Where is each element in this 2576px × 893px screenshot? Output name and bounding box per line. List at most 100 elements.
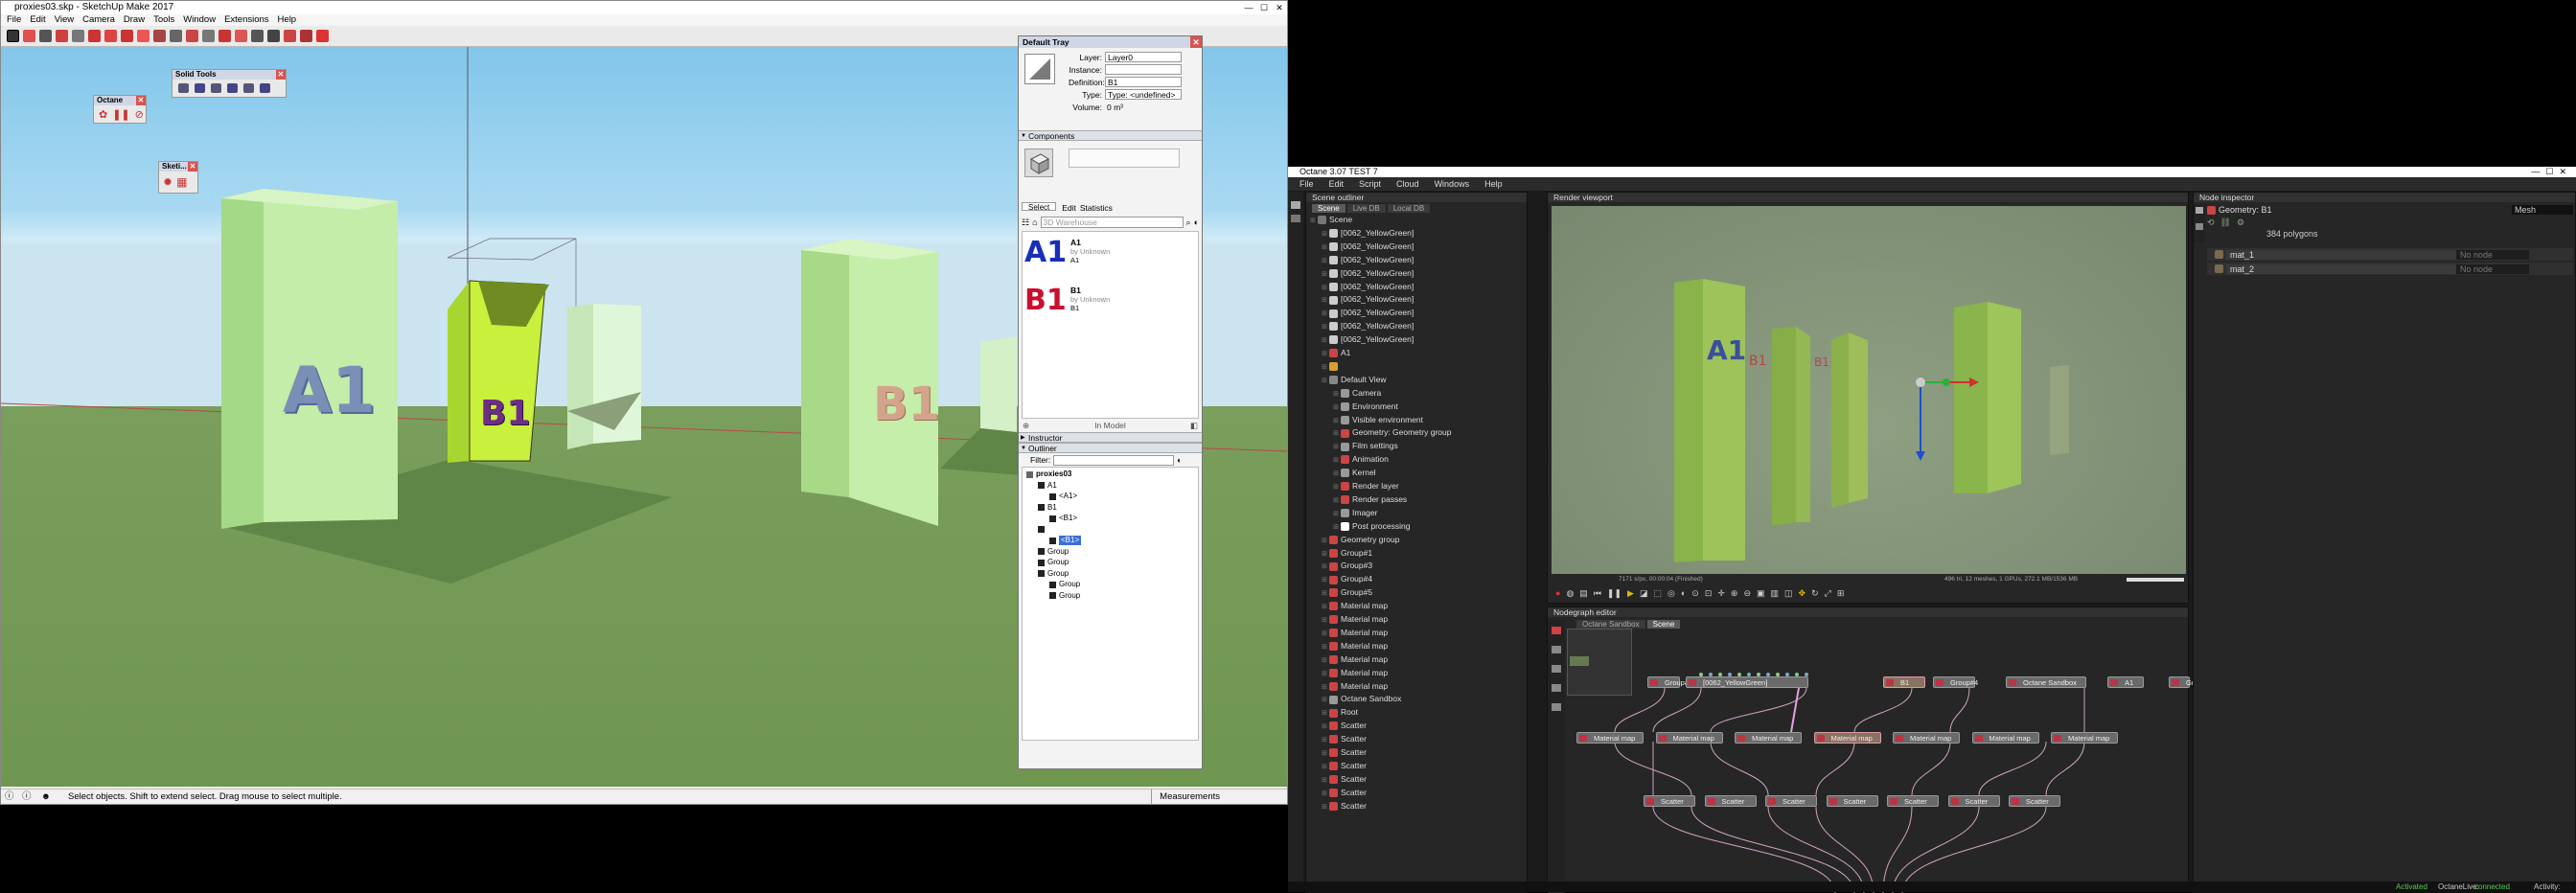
locate-icon[interactable]: ⊕ bbox=[1023, 419, 1029, 432]
home-icon[interactable]: ⌂ bbox=[1032, 218, 1037, 227]
node-port[interactable] bbox=[1776, 673, 1780, 676]
scene-tree-item[interactable]: ⊞ Group#4 bbox=[1322, 572, 1372, 585]
layer-select[interactable]: Layer0 bbox=[1105, 52, 1182, 62]
scene-tree-item[interactable]: ⊞ Render passes bbox=[1333, 492, 1407, 506]
gizmo-scale-icon[interactable]: ⤢ bbox=[1825, 588, 1831, 599]
scene-tree-item[interactable]: ⊞ Scatter bbox=[1322, 799, 1367, 813]
zoom-extents-icon[interactable] bbox=[267, 30, 280, 42]
focus-icon[interactable]: ◎ bbox=[1668, 588, 1675, 599]
arc-tool-icon[interactable] bbox=[56, 30, 68, 42]
type-select[interactable]: Type: <undefined> bbox=[1105, 89, 1182, 100]
node-scatter[interactable]: Scatter bbox=[1826, 795, 1878, 807]
link-icon[interactable]: ⛓ bbox=[2220, 218, 2231, 228]
node-material-map[interactable]: Material map bbox=[1971, 732, 2039, 744]
close-button[interactable]: ✕ bbox=[1272, 1, 1287, 14]
world-coords-icon[interactable]: ⊞ bbox=[1837, 588, 1845, 599]
menu-file[interactable]: File bbox=[7, 14, 21, 26]
outliner-section[interactable]: Outliner bbox=[1019, 443, 1202, 453]
outliner-item[interactable]: <B1> bbox=[1049, 514, 1077, 523]
node-scatter[interactable]: Scatter bbox=[1704, 795, 1757, 807]
window-controls[interactable]: —☐✕ bbox=[2531, 167, 2572, 177]
tab-statistics[interactable]: Statistics bbox=[1080, 202, 1113, 214]
reload-icon[interactable]: ⟲ bbox=[2207, 218, 2215, 228]
lock-icon[interactable]: ◪ bbox=[1640, 588, 1648, 599]
material-picker-icon[interactable]: ⊙ bbox=[1691, 588, 1699, 599]
expand-icon[interactable]: ⊞ bbox=[1322, 375, 1329, 388]
octane-menu-help[interactable]: Help bbox=[1484, 177, 1503, 191]
scene-tree-item[interactable]: ⊞ [0062_YellowGreen] bbox=[1322, 226, 1414, 240]
film-region-icon[interactable]: ▥ bbox=[1771, 588, 1780, 599]
zoom-in-icon[interactable]: ⊕ bbox=[1731, 588, 1738, 599]
scene-tree-item[interactable]: ⊞ [0062_YellowGreen] bbox=[1322, 280, 1414, 293]
octane-menu-script[interactable]: Script bbox=[1359, 177, 1381, 191]
scene-tree-item[interactable]: ⊞ Scatter bbox=[1322, 786, 1367, 799]
menu-draw[interactable]: Draw bbox=[124, 14, 145, 26]
expand-icon[interactable] bbox=[2196, 223, 2203, 230]
scene-tree-item[interactable]: ⊞ Group#1 bbox=[1322, 546, 1372, 560]
node-port[interactable] bbox=[1718, 673, 1722, 676]
outliner-item[interactable] bbox=[1038, 525, 1047, 535]
scene-tree-item[interactable]: ⊞ [0062_YellowGreen] bbox=[1322, 332, 1414, 346]
tab-local-db[interactable]: Local DB bbox=[1387, 204, 1431, 213]
intersect-icon[interactable] bbox=[195, 83, 205, 93]
node-a1[interactable]: A1 bbox=[2107, 676, 2144, 688]
render-image[interactable]: A1 B1 B1 bbox=[1552, 206, 2186, 574]
scene-tree-item[interactable]: ⊞ Material map bbox=[1322, 653, 1388, 666]
scene-tree-item[interactable]: ⊞ Geometry: Geometry group bbox=[1333, 425, 1451, 439]
outliner-toggle-icon[interactable] bbox=[1291, 201, 1300, 209]
region-icon[interactable]: ⬚ bbox=[1653, 588, 1662, 599]
offset-tool-icon[interactable] bbox=[153, 30, 166, 42]
zoom-out-icon[interactable]: ⊖ bbox=[1743, 588, 1751, 599]
scene-tree-item[interactable]: ⊞ Root bbox=[1322, 705, 1358, 719]
octane-menu-cloud[interactable]: Cloud bbox=[1396, 177, 1419, 191]
node-scatter[interactable]: Scatter bbox=[1644, 795, 1695, 807]
instance-field[interactable] bbox=[1105, 64, 1182, 75]
view-options-icon[interactable]: ☷ bbox=[1022, 218, 1029, 228]
pause-icon[interactable]: ❚❚ bbox=[1607, 588, 1622, 599]
scene-tree-item[interactable]: ⊞ Material map bbox=[1322, 639, 1388, 653]
menu-extensions[interactable]: Extensions bbox=[224, 14, 268, 26]
text-tool-icon[interactable] bbox=[186, 30, 198, 42]
geometry-type-select[interactable]: Mesh bbox=[2512, 205, 2573, 215]
octane-pause-icon[interactable]: ❚❚ bbox=[112, 108, 129, 121]
scene-tree-item[interactable]: ⊞ Scene bbox=[1310, 213, 1352, 226]
instructor-section[interactable]: Instructor bbox=[1019, 432, 1202, 443]
render-region-icon[interactable]: ▣ bbox=[1757, 588, 1765, 599]
record-icon[interactable]: ● bbox=[1555, 588, 1560, 598]
close-icon[interactable]: ✕ bbox=[136, 96, 146, 105]
sample-icon[interactable]: ◧ bbox=[1190, 419, 1198, 432]
help-icon[interactable]: ⓘ bbox=[5, 790, 14, 805]
node-scatter[interactable]: Scatter bbox=[1887, 795, 1939, 807]
close-icon[interactable]: ✕ bbox=[1190, 36, 1202, 48]
outliner-item[interactable]: B1 bbox=[1038, 503, 1057, 513]
scene-tree-item[interactable]: ⊞ Environment bbox=[1333, 400, 1398, 413]
node-group-3[interactable]: Group#3 bbox=[1647, 676, 1692, 688]
octane-stop-icon[interactable]: ⊘ bbox=[135, 108, 144, 121]
minimize-button[interactable]: — bbox=[1241, 1, 1256, 14]
scene-tree-item[interactable]: ⊞ Material map bbox=[1322, 599, 1388, 612]
push-pull-tool-icon[interactable] bbox=[88, 30, 101, 42]
scene-tree-item[interactable]: ⊞ Scatter bbox=[1322, 759, 1367, 772]
node-port[interactable] bbox=[1699, 673, 1703, 676]
zoom-icon[interactable] bbox=[251, 30, 264, 42]
node-material-map[interactable]: Material map bbox=[1655, 732, 1723, 744]
mat-2-select[interactable]: No node bbox=[2456, 263, 2529, 274]
component-b1[interactable]: B1 B1 by Unknown B1 bbox=[1024, 284, 1110, 326]
scene-tree-item[interactable]: ⊞ [0062_YellowGreen] bbox=[1322, 253, 1414, 266]
camera-target-icon[interactable]: ✛ bbox=[1717, 588, 1725, 599]
gizmo-move-icon[interactable]: ✥ bbox=[1799, 588, 1806, 599]
scene-tree-item[interactable]: ⊞ Material map bbox=[1322, 666, 1388, 679]
b1-selected-side[interactable] bbox=[448, 281, 470, 463]
object-picker-icon[interactable]: ⊡ bbox=[1705, 588, 1713, 599]
menu-view[interactable]: View bbox=[55, 14, 74, 26]
warehouse-icon[interactable] bbox=[284, 30, 296, 42]
grid-icon[interactable]: ▦ bbox=[176, 175, 187, 189]
scene-tree-item[interactable]: ⊞ A1 bbox=[1322, 346, 1350, 359]
filter-input[interactable] bbox=[1053, 454, 1175, 466]
scene-tree-item[interactable]: ⊞ Kernel bbox=[1333, 466, 1376, 479]
move-tool-icon[interactable] bbox=[104, 30, 117, 42]
paint-bucket-icon[interactable] bbox=[202, 30, 215, 42]
node-port[interactable] bbox=[1737, 673, 1741, 676]
node-port[interactable] bbox=[1766, 673, 1770, 676]
mat-1-select[interactable]: No node bbox=[2456, 249, 2529, 260]
